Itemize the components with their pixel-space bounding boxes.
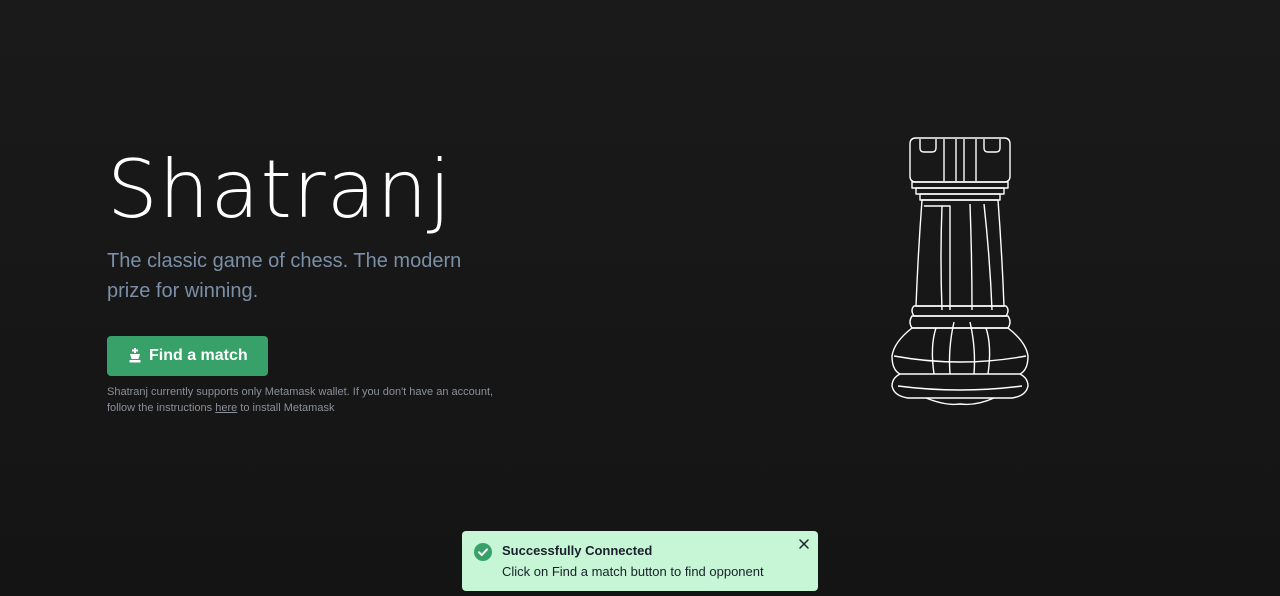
find-match-button[interactable]: Find a match [107, 336, 268, 376]
chess-king-icon [127, 348, 143, 364]
check-circle-icon [474, 543, 492, 561]
success-toast: Successfully Connected Click on Find a m… [462, 531, 818, 591]
toast-title: Successfully Connected [502, 543, 653, 558]
hero-section: Shatranj The classic game of chess. The … [107, 140, 527, 416]
find-match-label: Find a match [149, 347, 248, 364]
toast-description: Click on Find a match button to find opp… [502, 564, 764, 579]
wallet-note-suffix: to install Metamask [237, 402, 335, 414]
chess-rook-icon [891, 137, 1029, 406]
page-title: Shatranj [107, 143, 452, 236]
install-metamask-link[interactable]: here [215, 402, 237, 414]
wallet-note: Shatranj currently supports only Metamas… [107, 384, 517, 416]
close-icon[interactable] [798, 538, 810, 550]
tagline: The classic game of chess. The modern pr… [107, 250, 462, 302]
landing-page: Shatranj The classic game of chess. The … [0, 0, 1280, 596]
